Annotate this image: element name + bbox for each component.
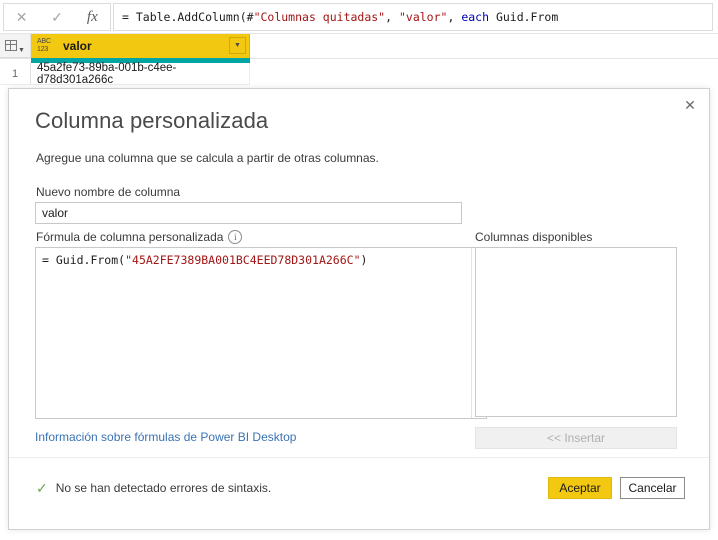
custom-formula-suffix: ) — [360, 253, 368, 267]
column-filter-dropdown-icon[interactable]: ▼ — [229, 37, 246, 54]
chevron-down-icon: ▼ — [18, 47, 25, 54]
syntax-status: ✓ No se han detectado errores de sintaxi… — [36, 481, 271, 495]
column-type-icon-top: ABC — [37, 38, 51, 45]
check-icon: ✓ — [36, 480, 48, 496]
formula-bar: ✕ ✓ fx = Table.AddColumn(#"Columnas quit… — [0, 0, 718, 34]
fx-icon[interactable]: fx — [75, 4, 110, 30]
formula-text-comma2: , — [447, 10, 462, 24]
new-column-name-input[interactable] — [35, 202, 462, 224]
custom-column-dialog: ✕ Columna personalizada Agregue una colu… — [8, 88, 710, 530]
column-header-label: valor — [63, 39, 92, 53]
new-column-name-label: Nuevo nombre de columna — [36, 185, 181, 199]
formula-help-link[interactable]: Información sobre fórmulas de Power BI D… — [35, 430, 296, 444]
dialog-subtitle: Agregue una columna que se calcula a par… — [36, 151, 379, 165]
accept-formula-icon[interactable]: ✓ — [39, 4, 74, 30]
row-number: 1 — [0, 63, 31, 85]
close-icon[interactable]: ✕ — [673, 91, 707, 119]
column-type-icon: ABC 123 — [37, 38, 57, 54]
syntax-status-text: No se han detectado errores de sintaxis. — [55, 481, 272, 495]
formula-text-arg2: "valor" — [398, 10, 448, 24]
formula-text-prefix: = Table.AddColumn(# — [122, 10, 254, 24]
available-columns-list[interactable] — [475, 247, 677, 417]
formula-text-comma1: , — [385, 10, 399, 24]
cancel-formula-icon[interactable]: ✕ — [4, 4, 39, 30]
custom-formula-label: Fórmula de columna personalizada i — [36, 230, 243, 244]
table-select-icon — [5, 40, 18, 51]
column-header-valor[interactable]: ABC 123 valor ▼ — [31, 34, 250, 58]
formula-text-tail: Guid.From — [489, 10, 559, 24]
custom-formula-text: = Guid.From("45A2FE7389BA001BC4EED78D301… — [42, 253, 464, 268]
info-icon[interactable]: i — [228, 230, 243, 244]
formula-text-keyword: each — [461, 10, 490, 24]
row-cell-valor[interactable]: 45a2fe73-89ba-001b-c4ee-d78d301a266c — [31, 62, 250, 86]
custom-formula-editor[interactable]: = Guid.From("45A2FE7389BA001BC4EED78D301… — [35, 247, 487, 419]
dialog-footer-divider — [9, 457, 709, 458]
custom-formula-label-text: Fórmula de columna personalizada — [36, 230, 224, 244]
table-row: 1 45a2fe73-89ba-001b-c4ee-d78d301a266c — [0, 62, 718, 86]
formula-input[interactable]: = Table.AddColumn(#"Columnas quitadas", … — [113, 3, 713, 31]
formula-text-arg1: "Columnas quitadas" — [253, 10, 386, 24]
cancel-button[interactable]: Cancelar — [620, 477, 685, 499]
dialog-title: Columna personalizada — [35, 108, 269, 133]
custom-formula-string: "45A2FE7389BA001BC4EED78D301A266C" — [125, 253, 361, 267]
accept-button[interactable]: Aceptar — [548, 477, 612, 499]
formula-bar-buttons: ✕ ✓ fx — [3, 3, 111, 31]
grid-header-row: ▼ ABC 123 valor ▼ — [0, 34, 718, 59]
custom-formula-prefix: = Guid.From( — [42, 253, 126, 267]
insert-column-button[interactable]: << Insertar — [475, 427, 677, 449]
column-type-icon-bottom: 123 — [37, 46, 49, 53]
select-all-columns-button[interactable]: ▼ — [0, 34, 31, 58]
available-columns-label: Columnas disponibles — [475, 230, 593, 244]
data-preview-grid: ▼ ABC 123 valor ▼ 1 45a2fe73-89ba-001b-c… — [0, 34, 718, 88]
